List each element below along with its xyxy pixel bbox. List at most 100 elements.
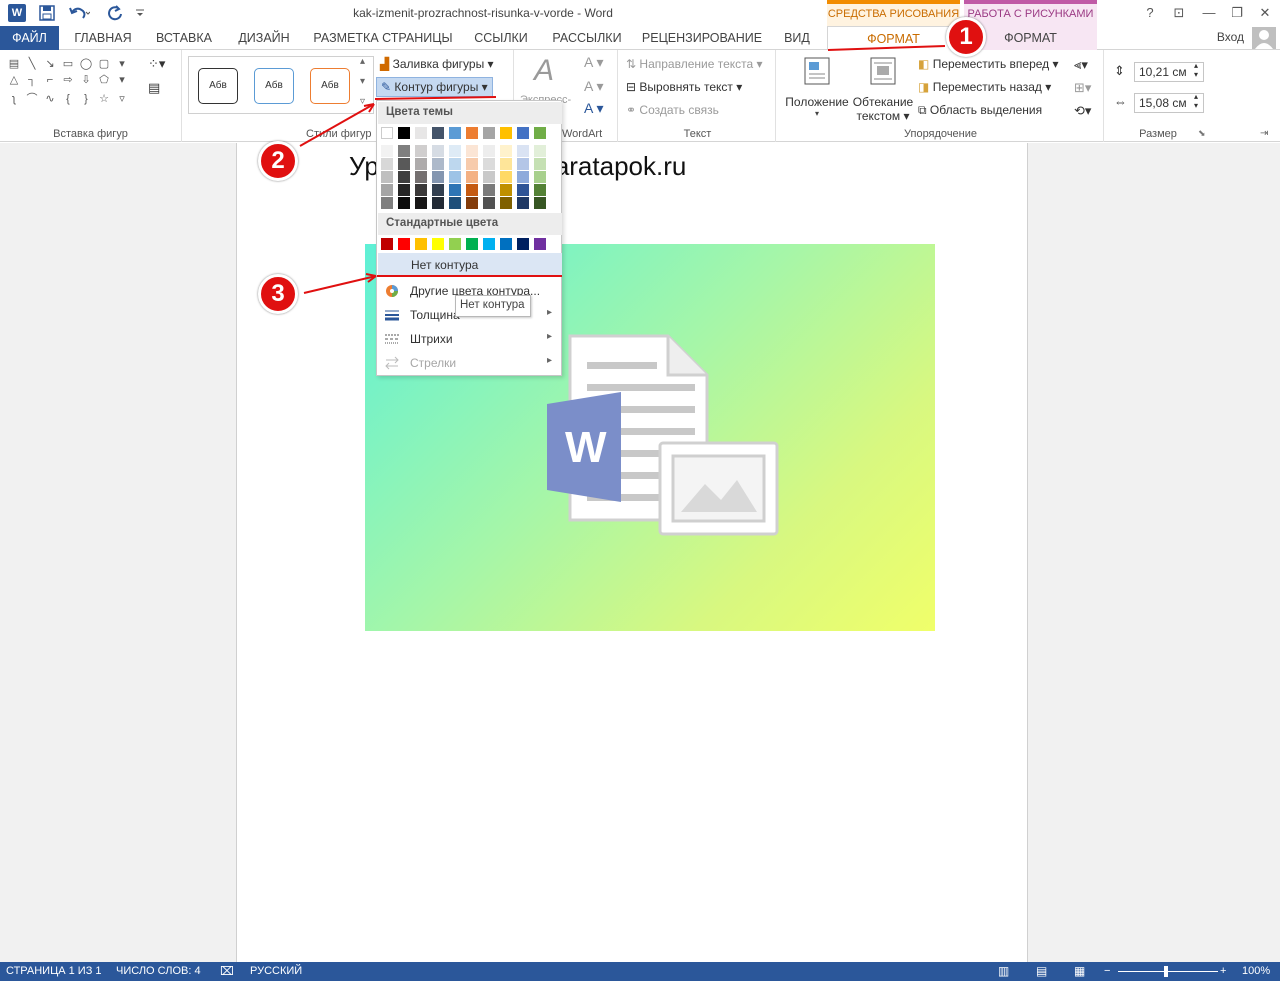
zoom-in-button[interactable]: + <box>1220 965 1226 977</box>
theme-color-swatch[interactable] <box>432 127 444 139</box>
zoom-out-button[interactable]: − <box>1104 965 1110 977</box>
tab-references[interactable]: ССЫЛКИ <box>464 26 538 50</box>
word-app-icon[interactable]: W <box>8 4 26 22</box>
tab-design[interactable]: ДИЗАЙН <box>226 26 302 50</box>
curve-shape-icon[interactable]: ⌒ <box>24 90 40 105</box>
theme-shade-swatch[interactable] <box>398 184 410 196</box>
theme-shade-swatch[interactable] <box>500 197 512 209</box>
theme-shade-swatch[interactable] <box>534 145 546 157</box>
theme-shade-swatch[interactable] <box>483 158 495 170</box>
theme-shade-swatch[interactable] <box>500 171 512 183</box>
theme-shade-swatch[interactable] <box>483 171 495 183</box>
styles-scroll-down-icon[interactable]: ▾ <box>360 76 365 87</box>
styles-scroll-up-icon[interactable]: ▴ <box>360 56 365 67</box>
tab-review[interactable]: РЕЦЕНЗИРОВАНИЕ <box>636 26 768 50</box>
ribbon-display-button[interactable]: ⊡ <box>1168 3 1190 23</box>
print-layout-icon[interactable]: ▤ <box>1036 964 1047 978</box>
theme-color-swatch[interactable] <box>483 127 495 139</box>
theme-shade-swatch[interactable] <box>466 197 478 209</box>
align-objects-icon[interactable]: ⫷▾ <box>1074 57 1088 73</box>
tab-view[interactable]: ВИД <box>772 26 822 50</box>
theme-shade-swatch[interactable] <box>381 145 393 157</box>
theme-shade-swatch[interactable] <box>500 145 512 157</box>
theme-shade-swatch[interactable] <box>415 197 427 209</box>
theme-shade-swatch[interactable] <box>449 145 461 157</box>
brace-left-shape-icon[interactable]: { <box>60 93 76 107</box>
theme-shade-swatch[interactable] <box>500 184 512 196</box>
style-swatch-dark[interactable]: Абв <box>198 68 238 104</box>
outline-dashes-item[interactable]: Штрихи ▸ <box>378 327 562 351</box>
theme-shade-swatch[interactable] <box>398 171 410 183</box>
tab-file[interactable]: ФАЙЛ <box>0 26 59 50</box>
standard-color-swatch[interactable] <box>432 238 444 250</box>
align-text-button[interactable]: ⊟ Выровнять текст ▾ <box>626 80 742 94</box>
theme-shade-swatch[interactable] <box>483 197 495 209</box>
standard-color-swatch[interactable] <box>534 238 546 250</box>
wordart-styles-icon[interactable]: A <box>534 54 554 88</box>
language-indicator[interactable]: РУССКИЙ <box>250 965 302 977</box>
star-shape-icon[interactable]: ☆ <box>96 92 112 106</box>
theme-shade-swatch[interactable] <box>432 158 444 170</box>
theme-shade-swatch[interactable] <box>415 184 427 196</box>
brace-right-shape-icon[interactable]: } <box>78 93 94 107</box>
theme-shade-swatch[interactable] <box>534 197 546 209</box>
theme-shade-swatch[interactable] <box>449 197 461 209</box>
shapes-gallery[interactable]: ▤ ╲ ↘ ▭ ◯ ▢ ▾ △ ┐ ⌐ ⇨ ⇩ ⬠ ▾ ʅ ⌒ ∿{} ☆ ▿ <box>5 56 145 108</box>
help-button[interactable]: ? <box>1139 3 1161 23</box>
standard-color-swatch[interactable] <box>415 238 427 250</box>
theme-shade-swatch[interactable] <box>381 158 393 170</box>
tab-format-drawing[interactable]: ФОРМАТ <box>827 26 960 51</box>
draw-textbox-icon[interactable]: ▤ <box>148 80 160 96</box>
wrap-text-button[interactable]: Обтекание текстом ▾ <box>850 56 916 128</box>
standard-color-swatch[interactable] <box>381 238 393 250</box>
theme-shade-swatch[interactable] <box>432 184 444 196</box>
standard-color-swatch[interactable] <box>517 238 529 250</box>
send-backward-button[interactable]: ◨ Переместить назад ▾ <box>918 80 1051 94</box>
tab-layout[interactable]: РАЗМЕТКА СТРАНИЦЫ <box>306 26 460 50</box>
shape-more-icon[interactable]: ▾ <box>114 57 130 71</box>
page-count[interactable]: СТРАНИЦА 1 ИЗ 1 <box>6 965 102 977</box>
shape-fill-button[interactable]: ▟ Заливка фигуры ▾ <box>380 57 494 71</box>
no-outline-item[interactable]: Нет контура <box>378 253 562 277</box>
triangle-shape-icon[interactable]: △ <box>6 73 22 87</box>
shape-outline-button[interactable]: ✎ Контур фигуры ▾ <box>376 77 493 97</box>
standard-color-swatch[interactable] <box>500 238 512 250</box>
theme-shade-swatch[interactable] <box>466 184 478 196</box>
theme-shade-swatch[interactable] <box>517 158 529 170</box>
theme-color-swatch[interactable] <box>449 127 461 139</box>
theme-color-swatch[interactable] <box>398 127 410 139</box>
avatar[interactable] <box>1252 27 1276 49</box>
height-spinner-icon[interactable]: ▴ ▾ <box>1194 61 1198 79</box>
theme-shade-swatch[interactable] <box>534 171 546 183</box>
web-layout-icon[interactable]: ▦ <box>1074 964 1085 978</box>
theme-shade-swatch[interactable] <box>466 158 478 170</box>
theme-shade-swatch[interactable] <box>517 171 529 183</box>
theme-shade-swatch[interactable] <box>415 171 427 183</box>
snip-rect-shape-icon[interactable]: ⬠ <box>96 73 112 87</box>
redo-icon[interactable] <box>106 4 124 22</box>
theme-color-swatch[interactable] <box>466 127 478 139</box>
shape-more-icon[interactable]: ▾ <box>114 73 130 87</box>
theme-color-swatch[interactable] <box>381 127 393 139</box>
rounded-rect-shape-icon[interactable]: ▢ <box>96 57 112 71</box>
theme-shade-swatch[interactable] <box>398 158 410 170</box>
theme-shade-swatch[interactable] <box>449 158 461 170</box>
position-button[interactable]: Положение ▾ <box>782 56 852 128</box>
minimize-button[interactable]: — <box>1198 3 1220 23</box>
text-direction-button[interactable]: ⇅ Направление текста ▾ <box>626 57 763 71</box>
freeform-shape-icon[interactable]: ʅ <box>6 93 22 107</box>
rotate-objects-icon[interactable]: ⟲▾ <box>1074 103 1091 119</box>
theme-shade-swatch[interactable] <box>534 184 546 196</box>
save-icon[interactable] <box>38 4 56 22</box>
collapse-ribbon-icon[interactable]: ⇥ <box>1260 128 1268 139</box>
proofing-icon[interactable]: ⌧ <box>220 964 234 978</box>
theme-shade-swatch[interactable] <box>517 184 529 196</box>
theme-shade-swatch[interactable] <box>398 197 410 209</box>
oval-shape-icon[interactable]: ◯ <box>78 57 94 71</box>
theme-shade-swatch[interactable] <box>381 171 393 183</box>
theme-shade-swatch[interactable] <box>517 145 529 157</box>
zoom-slider-track[interactable] <box>1118 971 1218 972</box>
create-link-button[interactable]: ⚭ Создать связь <box>626 103 719 117</box>
elbow-connector-shape-icon[interactable]: ⌐ <box>42 74 58 88</box>
arc-shape-icon[interactable]: ∿ <box>42 92 58 106</box>
